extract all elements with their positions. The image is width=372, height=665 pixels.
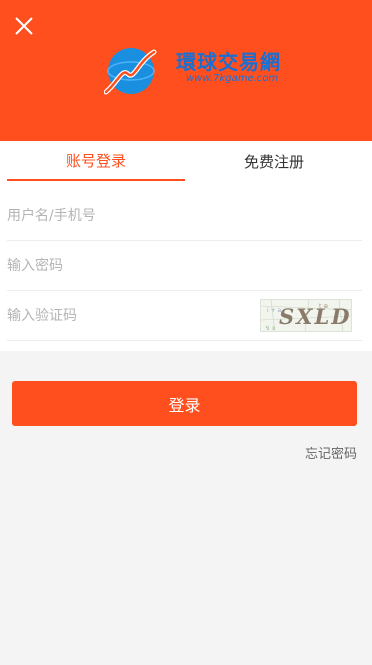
username-input[interactable] — [7, 191, 362, 240]
captcha-field: i + a t ⊕ ↯ x SXLD — [7, 291, 362, 341]
captcha-text: SXLD — [279, 304, 352, 329]
header-banner: 環球交易網 www.7kgame.com — [0, 0, 372, 141]
login-button[interactable]: 登录 — [12, 381, 357, 426]
svg-text:↯ x: ↯ x — [265, 325, 276, 332]
logo-url: www.7kgame.com — [186, 73, 279, 84]
logo-name: 環球交易網 — [176, 50, 281, 74]
password-field — [7, 241, 362, 291]
captcha-image[interactable]: i + a t ⊕ ↯ x SXLD — [260, 299, 352, 332]
captcha-input[interactable] — [7, 291, 247, 340]
login-card: 账号登录 免费注册 i + a t ⊕ ↯ x SXLD — [0, 141, 372, 351]
forgot-password-link[interactable]: 忘记密码 — [305, 443, 357, 462]
username-field — [7, 191, 362, 241]
password-input[interactable] — [7, 241, 362, 290]
tab-account-login[interactable]: 账号登录 — [7, 141, 185, 181]
site-logo: 環球交易網 www.7kgame.com — [104, 44, 294, 96]
close-button[interactable] — [10, 12, 38, 40]
globe-logo-icon — [104, 48, 157, 95]
close-icon — [15, 17, 33, 35]
tab-free-register[interactable]: 免费注册 — [185, 141, 363, 181]
